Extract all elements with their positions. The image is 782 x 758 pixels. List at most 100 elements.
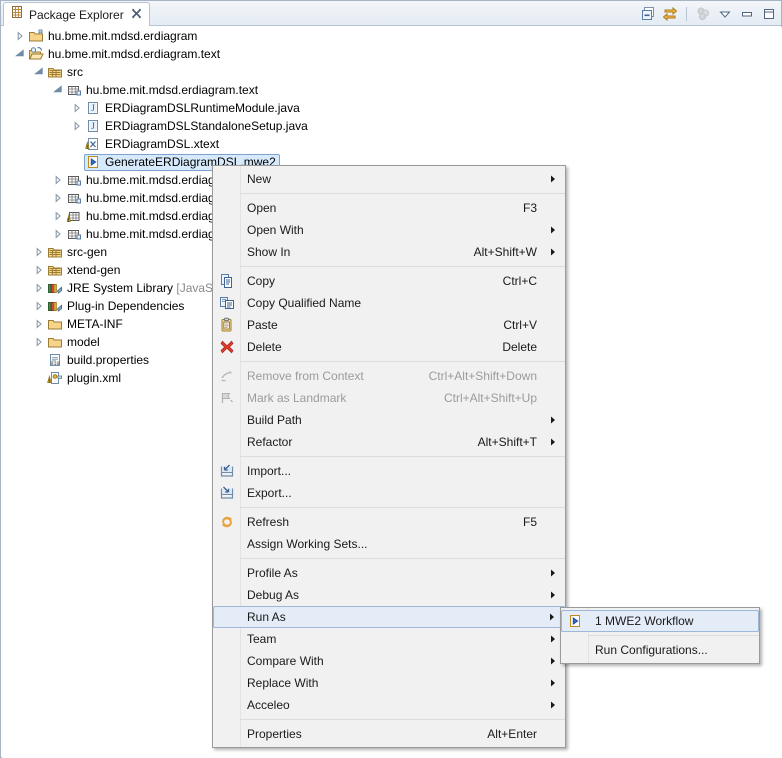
close-icon[interactable] (131, 8, 142, 21)
view-menu-button[interactable] (695, 6, 711, 22)
expand-arrow-icon[interactable] (12, 28, 28, 44)
menu-item-shortcut: Alt+Shift+W (473, 245, 537, 259)
menu-item-run-configurations[interactable]: Run Configurations... (561, 639, 759, 661)
menu-item-copy-qualified-name[interactable]: Copy Qualified Name (213, 292, 565, 314)
tree-row-content: src (47, 64, 86, 80)
tree-row[interactable]: J ERDiagramDSLStandaloneSetup.java (2, 117, 782, 135)
tree-row-label: model (67, 335, 100, 349)
java-file-icon: J (85, 118, 101, 134)
source-folder-icon (47, 262, 63, 278)
tree-row[interactable]: J ERDiagramDSLRuntimeModule.java (2, 99, 782, 117)
tab-package-explorer[interactable]: Package Explorer (3, 2, 150, 26)
maximize-button[interactable] (761, 6, 777, 22)
menu-item-debug-as[interactable]: Debug As (213, 584, 565, 606)
run-as-submenu[interactable]: 1 MWE2 Workflow Run Configurations... (560, 607, 760, 664)
tree-row[interactable]: hu.bme.mit.mdsd.erdiagram (2, 27, 782, 45)
tree-row[interactable]: src (2, 63, 782, 81)
tree-row-label: src-gen (67, 245, 108, 259)
expand-arrow-icon[interactable] (69, 118, 85, 134)
expand-arrow-icon[interactable] (31, 316, 47, 332)
menu-item-export[interactable]: Export... (213, 482, 565, 504)
menu-item-paste[interactable]: Paste Ctrl+V (213, 314, 565, 336)
paste-icon (213, 317, 240, 333)
tree-row-content: hu.bme.mit.mdsd.erdiag (66, 190, 218, 206)
menu-item-refresh[interactable]: Refresh F5 (213, 511, 565, 533)
tree-row-label: xtend-gen (67, 263, 121, 277)
menu-item-properties[interactable]: Properties Alt+Enter (213, 723, 565, 745)
menu-item-label: Replace With (247, 676, 319, 690)
tree-row-content: hu.bme.mit.mdsd.erdiagram (28, 28, 200, 44)
submenu-arrow-icon (545, 700, 565, 710)
context-menu[interactable]: New Open F3 Open With Show In Alt+Shift+W Copy… (212, 165, 566, 748)
tree-row[interactable]: hu.bme.mit.mdsd.erdiagram.text (2, 81, 782, 99)
menu-item-new[interactable]: New (213, 168, 565, 190)
link-with-editor-button[interactable] (662, 6, 678, 22)
tree-row[interactable]: ERDiagramDSL.xtext (2, 135, 782, 153)
menu-item-replace-with[interactable]: Replace With (213, 672, 565, 694)
package-explorer-icon (10, 5, 24, 24)
menu-item-1-mwe2-workflow[interactable]: 1 MWE2 Workflow (561, 610, 759, 632)
submenu-arrow-icon (545, 590, 565, 600)
chevron-down-icon[interactable] (717, 6, 733, 22)
menu-separator (240, 193, 565, 194)
tree-row-content: model (47, 334, 103, 350)
mwe2-file-icon (562, 613, 588, 629)
minimize-button[interactable] (739, 6, 755, 22)
collapse-all-button[interactable] (640, 6, 656, 22)
expand-arrow-icon[interactable] (31, 280, 47, 296)
menu-item-profile-as[interactable]: Profile As (213, 562, 565, 584)
menu-item-no-icon (214, 609, 240, 625)
menu-item-open[interactable]: Open F3 (213, 197, 565, 219)
menu-item-show-in[interactable]: Show In Alt+Shift+W (213, 241, 565, 263)
submenu-arrow-icon (545, 568, 565, 578)
menu-item-run-as[interactable]: Run As (213, 606, 565, 628)
menu-item-assign-working-sets[interactable]: Assign Working Sets... (213, 533, 565, 555)
project-open-icon (28, 46, 44, 62)
expand-arrow-icon[interactable] (31, 262, 47, 278)
collapse-arrow-icon[interactable] (50, 82, 66, 98)
tree-row[interactable]: hu.bme.mit.mdsd.erdiagram.text (2, 45, 782, 63)
expand-arrow-icon[interactable] (31, 334, 47, 350)
tree-row-label: src (67, 65, 83, 79)
expand-arrow-icon[interactable] (50, 208, 66, 224)
menu-item-shortcut: F3 (522, 201, 537, 215)
menu-item-label: Run As (247, 610, 286, 624)
menu-item-compare-with[interactable]: Compare With (213, 650, 565, 672)
xtext-file-icon (85, 136, 101, 152)
expand-arrow-icon[interactable] (50, 226, 66, 242)
menu-item-shortcut: Ctrl+Alt+Shift+Down (428, 369, 537, 383)
expand-arrow-icon[interactable] (31, 298, 47, 314)
expand-arrow-icon[interactable] (69, 100, 85, 116)
menu-item-shortcut: Alt+Shift+T (477, 435, 537, 449)
tree-row-label: plugin.xml (67, 371, 122, 385)
menu-item-no-icon (213, 434, 240, 450)
menu-item-acceleo[interactable]: Acceleo (213, 694, 565, 716)
eclipse-package-explorer-window: Package Explorer hu.bme.mit.mdsd.erdiagr… (0, 0, 782, 758)
collapse-arrow-icon[interactable] (31, 64, 47, 80)
expand-arrow-icon[interactable] (50, 172, 66, 188)
tree-row-label: hu.bme.mit.mdsd.erdiagram (48, 29, 198, 43)
export-icon (213, 485, 240, 501)
menu-item-label: 1 MWE2 Workflow (595, 614, 694, 628)
collapse-arrow-icon[interactable] (12, 46, 28, 62)
menu-item-label: Run Configurations... (595, 643, 708, 657)
menu-item-import[interactable]: Import... (213, 460, 565, 482)
expand-arrow-icon[interactable] (50, 190, 66, 206)
menu-item-delete[interactable]: Delete Delete (213, 336, 565, 358)
menu-item-build-path[interactable]: Build Path (213, 409, 565, 431)
menu-item-label: Profile As (247, 566, 298, 580)
menu-item-no-icon (213, 653, 240, 669)
package-warning-icon (66, 208, 82, 224)
menu-separator (588, 635, 759, 636)
submenu-arrow-icon (545, 415, 565, 425)
menu-item-refactor[interactable]: Refactor Alt+Shift+T (213, 431, 565, 453)
menu-item-label: Team (247, 632, 277, 646)
menu-item-copy[interactable]: Copy Ctrl+C (213, 270, 565, 292)
tree-row-content: hu.bme.mit.mdsd.erdiagram.text (28, 46, 223, 62)
menu-item-label: Open (247, 201, 277, 215)
menu-item-team[interactable]: Team (213, 628, 565, 650)
project-closed-icon (28, 28, 44, 44)
expand-arrow-icon[interactable] (31, 244, 47, 260)
toolbar-separator (686, 6, 687, 21)
menu-item-open-with[interactable]: Open With (213, 219, 565, 241)
